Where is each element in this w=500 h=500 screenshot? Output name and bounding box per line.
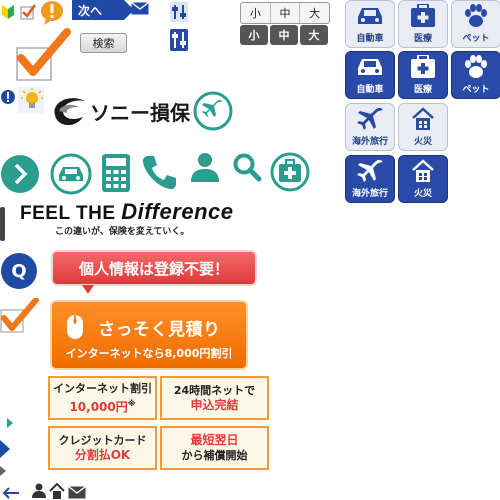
category-pet-label: ペット xyxy=(462,85,490,95)
medical-circle-icon xyxy=(270,152,310,192)
feature-note-mark: ※ xyxy=(127,399,136,408)
no-registration-bubble: 個人情報は登録不要！ xyxy=(51,250,257,286)
feature-next-day: 最短翌日 から補償開始 xyxy=(160,426,269,470)
paw-icon xyxy=(465,4,487,27)
feature-line1: 最短翌日 xyxy=(190,433,239,447)
cta-title: さっそく見積り xyxy=(98,320,221,340)
feature-line2: 10,000円※ xyxy=(69,396,135,415)
next-label: 次へ xyxy=(78,3,103,18)
arrow-left-icon[interactable] xyxy=(2,487,20,499)
feature-line2: 申込完結 xyxy=(190,398,239,412)
category-pet-label: ペット xyxy=(462,34,490,44)
cta-subtitle: インターネットなら8,000円割引 xyxy=(65,347,233,360)
checkmark-large-icon xyxy=(15,28,73,82)
brand-name: ソニー損保 xyxy=(90,101,190,125)
slider-dark-icon xyxy=(170,29,188,51)
feature-credit-card: クレジットカード 分割払OK xyxy=(48,426,157,470)
phone-icon xyxy=(140,152,180,192)
category-travel-button-active[interactable]: 海外旅行 xyxy=(345,155,395,203)
house-icon xyxy=(412,159,434,182)
font-size-large[interactable]: 大 xyxy=(300,25,328,45)
beginner-mark-icon xyxy=(1,4,15,20)
medical-kit-icon xyxy=(411,55,435,78)
category-auto-label: 自動車 xyxy=(356,34,384,44)
info-exclamation-icon xyxy=(0,89,16,105)
category-pet-button-active[interactable]: ペット xyxy=(451,51,500,99)
checkmark-medium-icon xyxy=(0,298,40,338)
paw-icon xyxy=(465,55,487,78)
slider-light-icon xyxy=(170,2,188,22)
mail-small-icon[interactable] xyxy=(68,486,86,499)
font-size-selector-light[interactable]: 小 中 大 xyxy=(240,2,330,24)
mail-icon[interactable] xyxy=(131,2,149,15)
category-fire-button[interactable]: 火災 xyxy=(398,103,448,151)
house-icon xyxy=(412,107,434,130)
tagline-difference: Difference xyxy=(121,199,234,224)
checkbox-checked-icon[interactable] xyxy=(20,4,36,20)
feature-24h-online: 24時間ネットで 申込完結 xyxy=(160,376,269,420)
feature-line1: クレジットカード xyxy=(58,434,147,447)
calculator-icon xyxy=(101,153,131,193)
airplane-icon xyxy=(357,107,383,130)
category-medical-label: 医療 xyxy=(413,34,432,44)
small-triangle-gray-icon xyxy=(0,466,6,476)
font-size-small[interactable]: 小 xyxy=(241,3,271,23)
category-fire-label: 火災 xyxy=(413,189,432,199)
tagline-title: FEEL THE Difference xyxy=(20,199,233,225)
feature-line1: 24時間ネットで xyxy=(173,384,256,397)
font-size-small[interactable]: 小 xyxy=(240,25,268,45)
font-size-large[interactable]: 大 xyxy=(300,3,329,23)
car-icon xyxy=(358,8,382,24)
feature-amount: 10,000円 xyxy=(69,400,128,414)
category-pet-button[interactable]: ペット xyxy=(451,0,500,48)
car-icon xyxy=(358,59,382,75)
tagline-sub: この違いが、保険を変えていく。 xyxy=(55,227,190,237)
feature-line2: から補償開始 xyxy=(181,449,248,462)
faq-q-label: Q xyxy=(11,260,27,282)
category-fire-label: 火災 xyxy=(413,137,432,147)
feature-line1: インターネット割引 xyxy=(53,382,152,395)
category-travel-button[interactable]: 海外旅行 xyxy=(345,103,395,151)
category-medical-button-active[interactable]: 医療 xyxy=(398,51,448,99)
category-auto-label: 自動車 xyxy=(356,85,384,95)
font-size-medium[interactable]: 中 xyxy=(271,3,301,23)
person-icon xyxy=(188,151,222,185)
home-small-icon[interactable] xyxy=(49,483,65,499)
category-travel-label: 海外旅行 xyxy=(351,137,388,147)
arrow-right-circle-icon[interactable] xyxy=(0,154,40,194)
font-size-selector-dark[interactable]: 小 中 大 xyxy=(240,25,328,45)
lightbulb-icon xyxy=(18,87,44,113)
mouse-icon xyxy=(66,314,84,340)
quote-cta-button[interactable]: さっそく見積り インターネットなら8,000円割引 xyxy=(50,300,248,370)
faq-q-badge: Q xyxy=(1,253,37,289)
feature-line2: 分割払OK xyxy=(74,448,131,462)
bubble-tail xyxy=(82,285,94,294)
category-auto-button[interactable]: 自動車 xyxy=(345,0,395,48)
dark-tab-marker xyxy=(0,207,5,241)
airplane-circle-icon xyxy=(193,91,233,131)
car-circle-icon xyxy=(50,153,92,195)
category-fire-button-active[interactable]: 火災 xyxy=(398,155,448,203)
feature-internet-discount: インターネット割引 10,000円※ xyxy=(48,376,157,420)
search-button[interactable]: 検索 xyxy=(80,33,127,53)
next-button[interactable]: 次へ xyxy=(72,0,134,20)
bubble-text: 個人情報は登録不要！ xyxy=(78,259,229,278)
category-medical-button[interactable]: 医療 xyxy=(398,0,448,48)
triangle-navy-icon xyxy=(0,440,10,458)
category-travel-label: 海外旅行 xyxy=(351,189,388,199)
search-icon[interactable] xyxy=(232,152,262,182)
tagline-feel: FEEL THE xyxy=(20,203,122,224)
category-auto-button-active[interactable]: 自動車 xyxy=(345,51,395,99)
search-label: 検索 xyxy=(92,37,115,50)
sony-logo-mark xyxy=(49,95,89,129)
person-small-icon xyxy=(31,482,47,498)
airplane-icon xyxy=(357,159,383,182)
alert-bubble-icon xyxy=(40,0,68,26)
small-triangle-teal-icon xyxy=(7,418,13,428)
category-medical-label: 医療 xyxy=(413,85,432,95)
font-size-medium[interactable]: 中 xyxy=(270,25,298,45)
medical-kit-icon xyxy=(411,4,435,27)
